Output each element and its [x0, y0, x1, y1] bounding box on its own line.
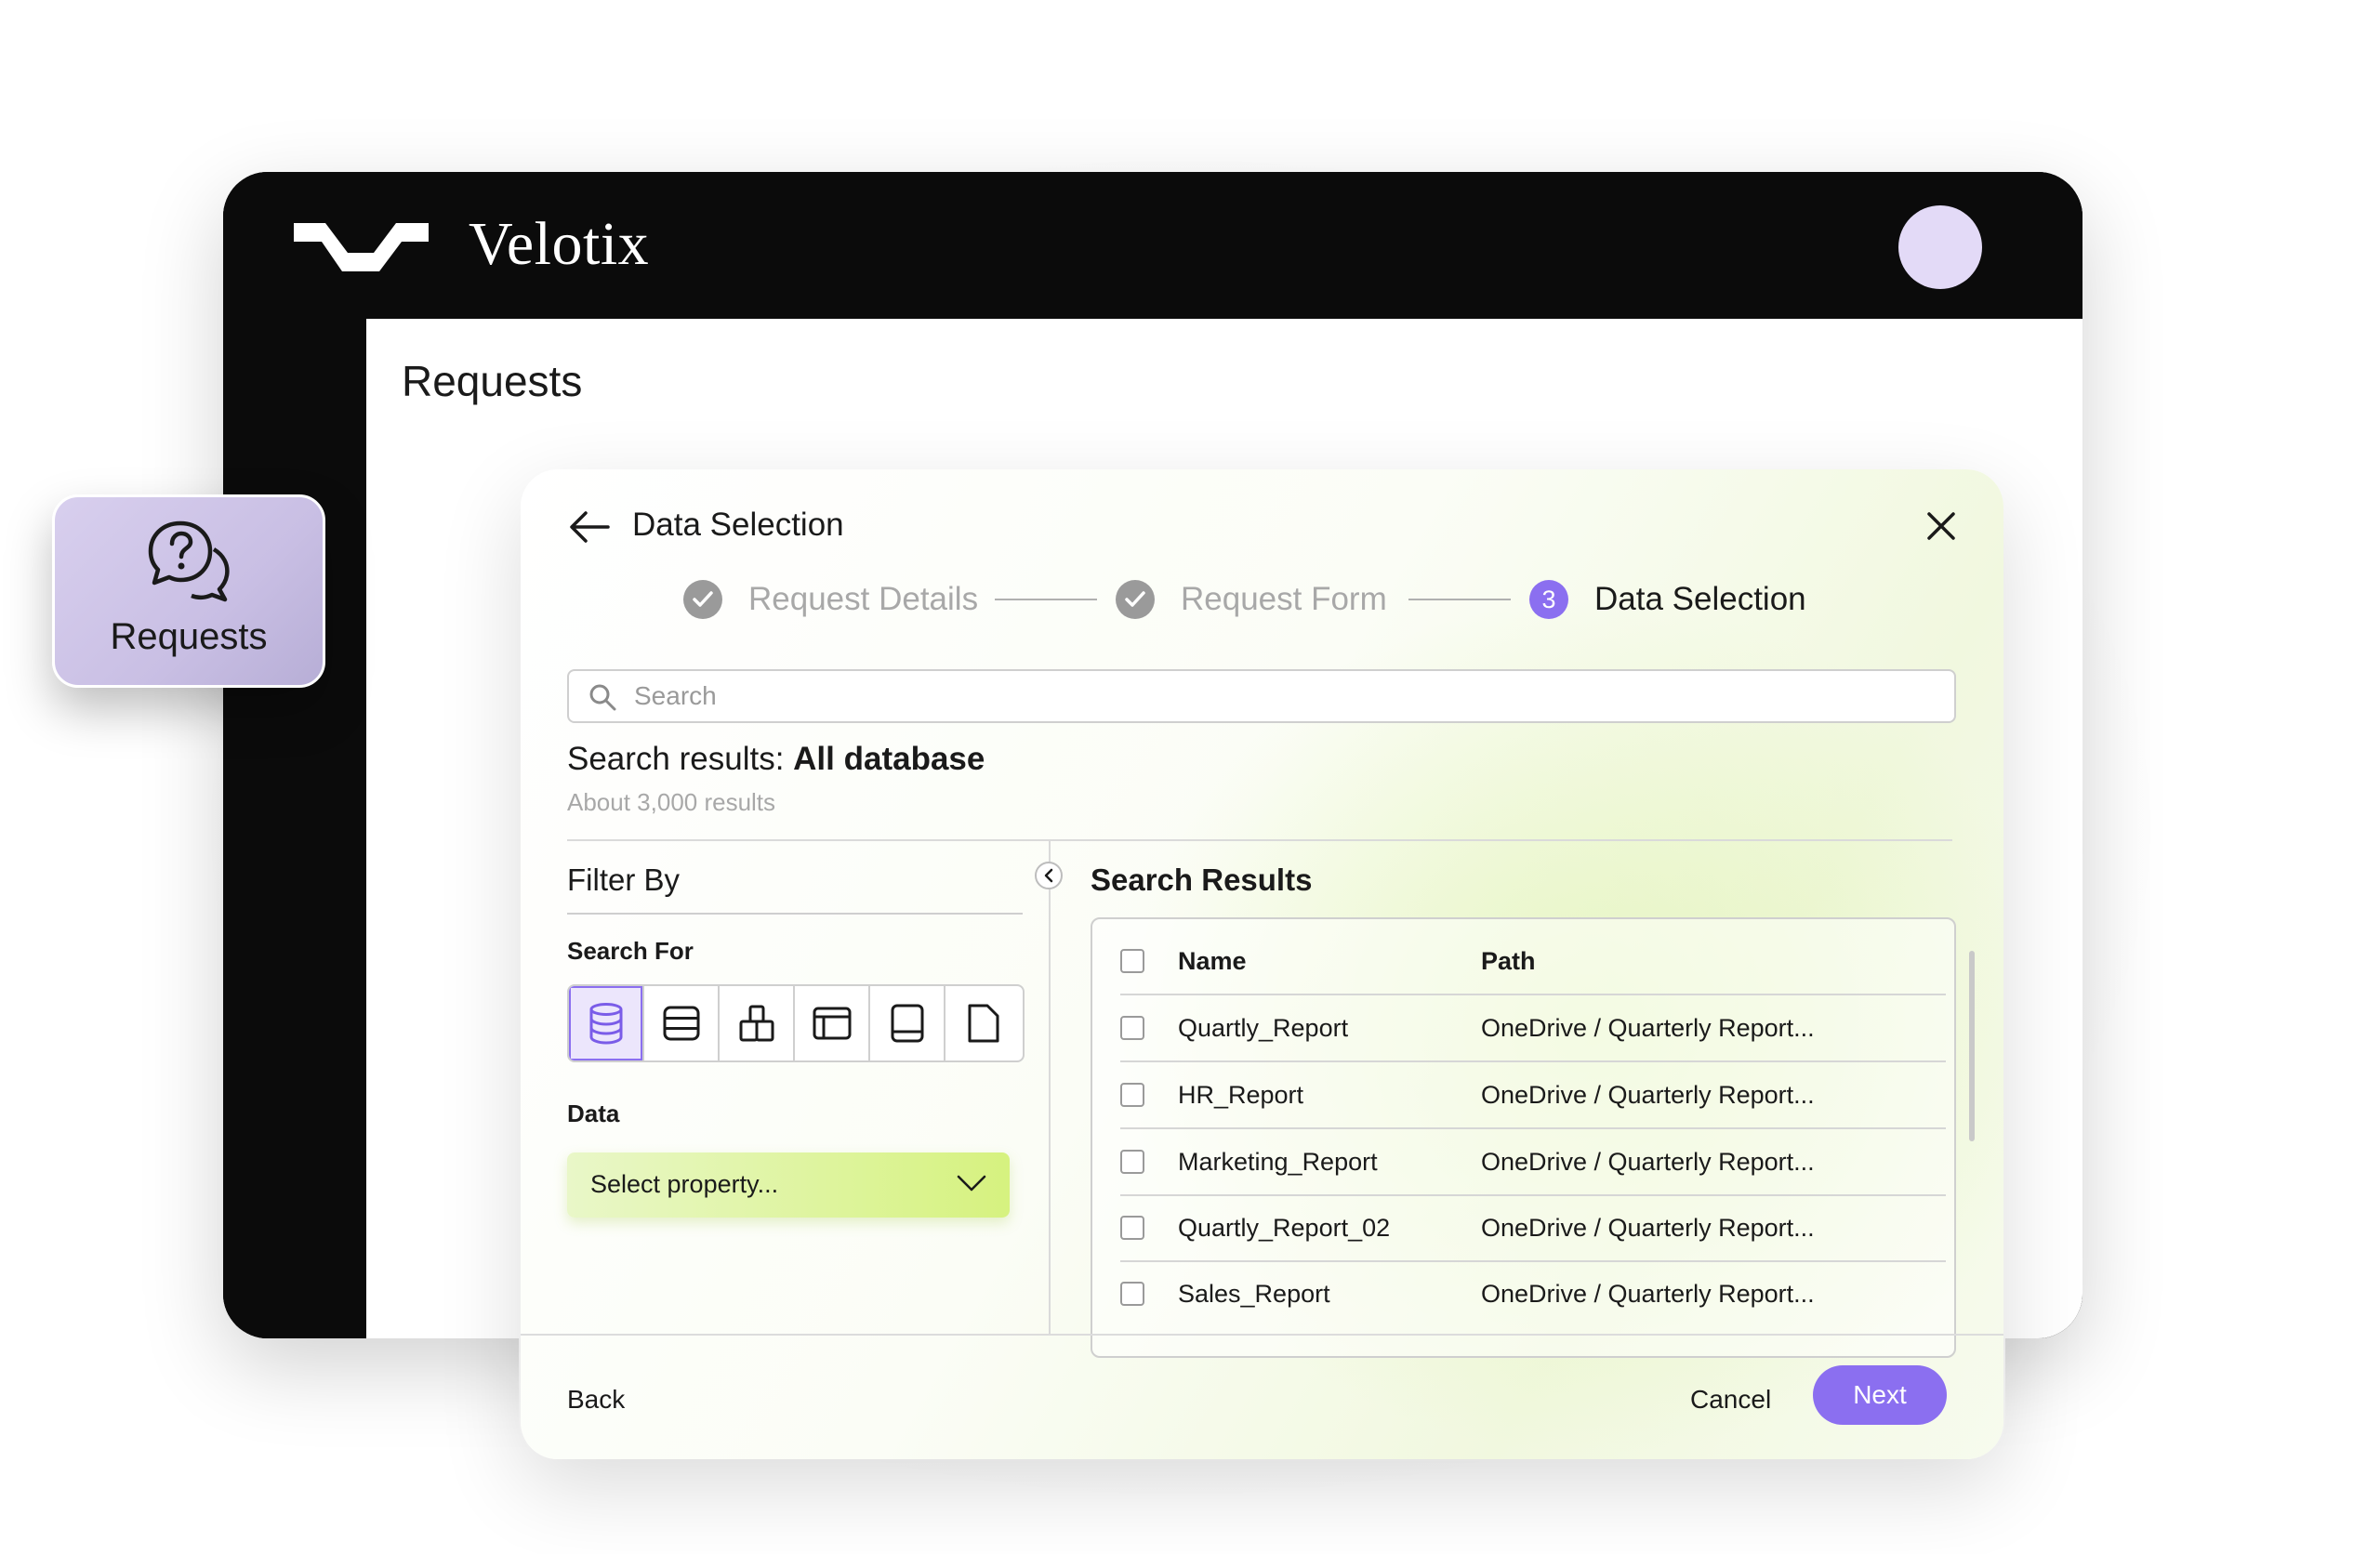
row-path: OneDrive / Quarterly Report... — [1481, 1214, 1815, 1242]
search-input[interactable]: Search — [567, 669, 1956, 723]
table-row[interactable]: Marketing_Report OneDrive / Quarterly Re… — [1120, 1129, 1946, 1196]
search-for-label: Search For — [567, 937, 694, 965]
results-scrollbar[interactable] — [1969, 951, 1975, 1141]
row-path: OneDrive / Quarterly Report... — [1481, 1014, 1815, 1042]
table-header-row: Name Path — [1120, 928, 1946, 995]
divider — [567, 839, 1952, 841]
modal-title: Data Selection — [632, 507, 844, 543]
filter-title: Filter By — [567, 863, 681, 897]
question-chat-icon — [148, 520, 230, 602]
requests-nav-card[interactable]: Requests — [52, 494, 325, 688]
table-row[interactable]: Sales_Report OneDrive / Quarterly Report… — [1120, 1261, 1946, 1326]
step-label: Request Details — [748, 581, 979, 617]
divider — [567, 913, 1023, 915]
row-name: Quartly_Report — [1178, 1014, 1349, 1042]
select-placeholder: Select property... — [590, 1170, 779, 1198]
row-name: HR_Report — [1178, 1081, 1304, 1109]
row-name: Quartly_Report_02 — [1178, 1214, 1391, 1242]
table-icon[interactable] — [644, 986, 720, 1060]
velotix-logo-icon — [294, 223, 429, 271]
row-path: OneDrive / Quarterly Report... — [1481, 1081, 1815, 1109]
modal-footer: Back Cancel Next — [521, 1334, 2003, 1459]
next-button[interactable]: Next — [1813, 1365, 1947, 1425]
collapse-filter-button[interactable] — [1035, 862, 1063, 889]
table-row[interactable]: HR_Report OneDrive / Quarterly Report... — [1120, 1062, 1946, 1129]
chevron-left-icon — [1044, 868, 1053, 883]
step-connector — [995, 599, 1097, 600]
results-count: About 3,000 results — [567, 788, 776, 816]
data-selection-modal: Data Selection Request Details Request F… — [521, 469, 2003, 1459]
search-placeholder: Search — [634, 681, 717, 710]
results-scope: All database — [793, 741, 985, 777]
search-results-title: Search Results — [1091, 863, 1313, 897]
data-label: Data — [567, 1100, 620, 1127]
step-number-badge: 3 — [1529, 580, 1568, 619]
cancel-button[interactable]: Cancel — [1690, 1385, 1771, 1415]
row-name: Sales_Report — [1178, 1280, 1330, 1308]
row-path: OneDrive / Quarterly Report... — [1481, 1148, 1815, 1176]
property-select[interactable]: Select property... — [567, 1152, 1010, 1218]
sidebar — [223, 319, 366, 1338]
row-checkbox[interactable] — [1120, 1083, 1144, 1107]
check-icon — [1116, 580, 1155, 619]
column-header-name: Name — [1178, 947, 1247, 975]
tablet-icon[interactable] — [870, 986, 945, 1060]
step-request-form[interactable]: Request Form — [1116, 572, 1387, 627]
window-icon[interactable] — [795, 986, 870, 1060]
results-prefix: Search results: — [567, 741, 794, 777]
schema-icon[interactable] — [720, 986, 795, 1060]
top-bar: Velotix — [223, 172, 2082, 319]
brand-name: Velotix — [469, 210, 650, 278]
row-name: Marketing_Report — [1178, 1148, 1378, 1176]
page-title: Requests — [402, 357, 583, 405]
results-table: Name Path Quartly_Report OneDrive / Quar… — [1091, 917, 1956, 1358]
stepper: Request Details Request Form 3 Data Sele… — [683, 572, 1892, 627]
results-summary: Search results: All database — [567, 741, 985, 778]
row-checkbox[interactable] — [1120, 1016, 1144, 1040]
panel-divider — [1049, 839, 1051, 1334]
row-checkbox[interactable] — [1120, 1216, 1144, 1240]
row-path: OneDrive / Quarterly Report... — [1481, 1280, 1815, 1308]
row-checkbox[interactable] — [1120, 1282, 1144, 1306]
search-for-toggle-group — [567, 984, 1025, 1062]
select-all-checkbox[interactable] — [1120, 949, 1144, 973]
check-icon — [683, 580, 722, 619]
step-connector — [1408, 599, 1511, 600]
requests-card-label: Requests — [110, 616, 268, 657]
chevron-down-icon — [957, 1175, 986, 1192]
back-arrow-icon[interactable] — [567, 508, 612, 546]
step-label: Data Selection — [1594, 581, 1806, 617]
back-button[interactable]: Back — [567, 1385, 625, 1415]
step-data-selection[interactable]: 3 Data Selection — [1529, 572, 1806, 627]
database-icon[interactable] — [569, 986, 644, 1060]
file-icon[interactable] — [945, 986, 1021, 1060]
table-row[interactable]: Quartly_Report_02 OneDrive / Quarterly R… — [1120, 1195, 1946, 1262]
close-icon[interactable] — [1925, 510, 1957, 542]
step-label: Request Form — [1181, 581, 1387, 617]
table-row[interactable]: Quartly_Report OneDrive / Quarterly Repo… — [1120, 995, 1946, 1062]
search-icon — [589, 684, 616, 711]
row-checkbox[interactable] — [1120, 1150, 1144, 1174]
column-header-path: Path — [1481, 947, 1536, 975]
step-request-details[interactable]: Request Details — [683, 572, 978, 627]
user-avatar[interactable] — [1898, 205, 1982, 289]
